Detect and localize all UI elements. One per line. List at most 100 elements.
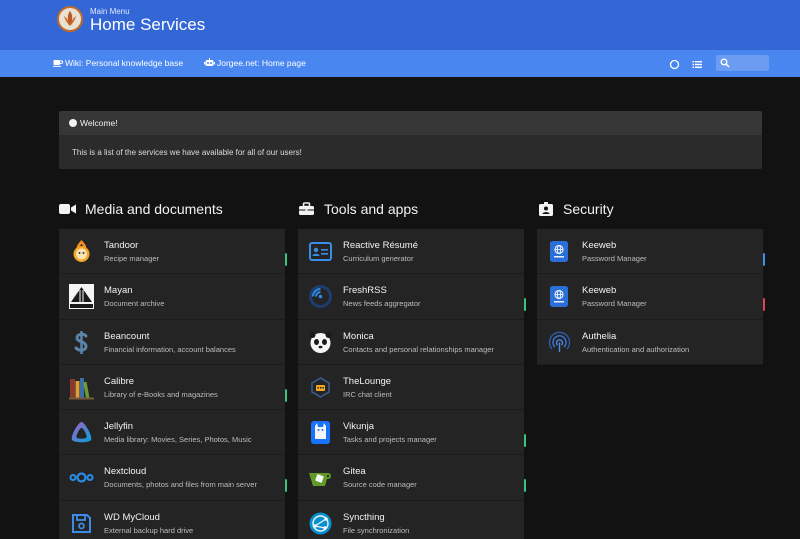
service-name: Gitea [343, 466, 366, 478]
mayan-logo-icon [69, 284, 94, 310]
status-indicator [524, 298, 526, 312]
group-title-security: Security [537, 201, 614, 217]
freshrss-logo-icon [309, 285, 332, 309]
service-card-tandoor[interactable]: Tandoor Recipe manager [59, 229, 287, 275]
service-subtitle: Source code manager [343, 480, 417, 490]
robot-icon [204, 58, 215, 66]
service-name: Tandoor [104, 240, 139, 251]
service-subtitle: External backup hard drive [104, 525, 194, 535]
service-card-mayan[interactable]: Mayan Document archive [59, 274, 285, 320]
service-name: TheLounge [343, 375, 392, 387]
logo-icon[interactable] [57, 6, 83, 32]
service-card-jellyfin[interactable]: Jellyfin Media library: Movies, Series, … [59, 410, 285, 456]
service-subtitle: Password Manager [582, 299, 647, 309]
service-subtitle: Financial information, account balances [104, 344, 236, 354]
group-title-text: Media and documents [85, 201, 223, 217]
coffee-icon [53, 60, 64, 67]
search-icon [720, 58, 730, 68]
navbar: Wiki: Personal knowledge base Jorgee.net… [0, 50, 800, 77]
gitea-logo-icon [309, 473, 331, 487]
service-subtitle: Tasks and projects manager [343, 435, 437, 445]
resume-icon [309, 242, 332, 261]
service-name: Syncthing [343, 511, 385, 523]
floppy-disk-icon [72, 513, 91, 533]
service-subtitle: Password Manager [582, 254, 647, 263]
service-card-authelia[interactable]: Authelia Authentication and authorizatio… [537, 319, 763, 365]
status-indicator [285, 479, 287, 493]
dollar-icon [74, 330, 88, 354]
status-indicator [524, 434, 526, 448]
jellyfin-logo-icon [71, 422, 92, 443]
service-card-thelounge[interactable]: TheLounge IRC chat client [298, 364, 524, 411]
service-subtitle: Document archive [104, 299, 165, 309]
service-card-syncthing[interactable]: Syncthing File synchronization [298, 500, 524, 539]
status-indicator [763, 253, 765, 266]
service-name: Nextcloud [104, 466, 147, 478]
service-name: Authelia [582, 330, 617, 342]
search-input[interactable] [732, 56, 766, 70]
list-view-icon[interactable] [692, 57, 704, 69]
service-subtitle: News feeds aggregator [343, 299, 421, 309]
panda-icon [309, 331, 332, 353]
group-title-media: Media and documents [59, 201, 223, 217]
tandoor-logo-icon [73, 240, 90, 262]
service-card-reactive-resume[interactable]: Reactive Résumé Curriculum generator [298, 229, 524, 275]
nav-link-label: Wiki: Personal knowledge base [65, 58, 184, 68]
service-card-monica[interactable]: Monica Contacts and personal relationshi… [298, 319, 524, 365]
thelounge-logo-icon [311, 376, 330, 398]
service-card-beancount[interactable]: Beancount Financial information, account… [59, 319, 285, 365]
service-name: Monica [343, 330, 374, 342]
service-name: Vikunja [343, 421, 374, 433]
id-badge-icon [539, 202, 553, 216]
service-card-vikunja[interactable]: Vikunja Tasks and projects manager [298, 410, 526, 456]
nextcloud-logo-icon [69, 472, 94, 484]
service-card-nextcloud[interactable]: Nextcloud Documents, photos and files fr… [59, 455, 287, 501]
keeweb-logo-icon [550, 286, 568, 308]
status-indicator [285, 253, 287, 266]
vikunja-logo-icon [311, 421, 330, 445]
status-indicator [524, 479, 526, 493]
syncthing-logo-icon [309, 512, 332, 535]
service-subtitle: Recipe manager [104, 254, 160, 263]
group-title-text: Security [563, 201, 614, 217]
service-group-tools: Reactive Résumé Curriculum generator Fre… [298, 229, 526, 539]
service-card-wd-mycloud[interactable]: WD MyCloud External backup hard drive [59, 500, 285, 539]
service-name: Keeweb [582, 240, 617, 251]
service-name: Reactive Résumé [343, 240, 418, 251]
page-title: Home Services [90, 15, 206, 34]
nav-link-wiki[interactable]: Wiki: Personal knowledge base [53, 58, 183, 68]
service-subtitle: Contacts and personal relationships mana… [343, 344, 494, 354]
welcome-message: Welcome! This is a list of the services … [59, 111, 762, 169]
service-subtitle: Curriculum generator [343, 254, 414, 263]
books-icon [69, 377, 94, 400]
service-name: Keeweb [582, 285, 617, 297]
group-title-text: Tools and apps [324, 201, 419, 217]
service-subtitle: Documents, photos and files from main se… [104, 480, 257, 490]
service-group-media: Tandoor Recipe manager Mayan Document ar… [59, 229, 287, 539]
status-indicator [763, 298, 765, 312]
service-subtitle: Library of e-Books and magazines [104, 389, 218, 399]
service-subtitle: File synchronization [343, 525, 410, 535]
service-card-freshrss[interactable]: FreshRSS News feeds aggregator [298, 274, 526, 320]
service-card-keeweb-2[interactable]: Keeweb Password Manager [537, 274, 765, 320]
service-card-calibre[interactable]: Calibre Library of e-Books and magazines [59, 364, 287, 411]
service-card-gitea[interactable]: Gitea Source code manager [298, 455, 526, 501]
nav-link-home[interactable]: Jorgee.net: Home page [204, 58, 306, 68]
service-name: Jellyfin [104, 421, 134, 433]
smile-icon [69, 119, 77, 127]
service-subtitle: IRC chat client [343, 389, 392, 399]
service-subtitle: Authentication and authorization [582, 344, 690, 354]
service-name: WD MyCloud [104, 511, 160, 523]
app-header: Main Menu Home Services [0, 0, 800, 50]
group-title-tools: Tools and apps [298, 201, 418, 217]
dark-mode-toggle-icon[interactable] [669, 57, 681, 70]
authelia-logo-icon [548, 331, 571, 352]
service-subtitle: Media library: Movies, Series, Photos, M… [104, 435, 252, 445]
status-indicator [285, 388, 287, 402]
service-group-security: Keeweb Password Manager Keeweb Password … [537, 229, 765, 365]
welcome-text: This is a list of the services we have a… [72, 148, 302, 157]
search-box[interactable] [716, 55, 769, 71]
video-camera-icon [59, 204, 76, 214]
service-name: Beancount [104, 330, 150, 342]
service-card-keeweb-1[interactable]: Keeweb Password Manager [537, 229, 765, 275]
